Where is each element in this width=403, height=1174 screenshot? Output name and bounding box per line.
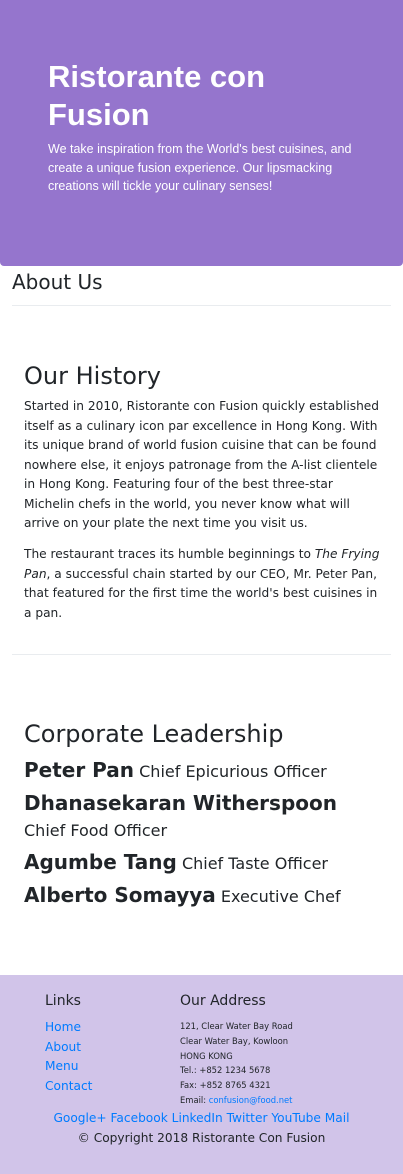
history-paragraph-1: Started in 2010, Ristorante con Fusion q… xyxy=(24,399,380,530)
leader-role: Chief Taste Officer xyxy=(181,854,329,873)
leader-role: Chief Epicurious Officer xyxy=(139,762,327,781)
leader-name: Dhanasekaran Witherspoon xyxy=(24,791,337,815)
divider xyxy=(12,305,391,306)
leader-name: Peter Pan xyxy=(24,758,135,782)
footer-links: Home About Menu Contact xyxy=(45,1018,92,1096)
email-label: Email: xyxy=(180,1094,209,1105)
history-paragraph-2: The restaurant traces its humble beginni… xyxy=(24,545,384,623)
address-block: 121, Clear Water Bay Road Clear Water Ba… xyxy=(180,1019,380,1108)
history-title: Our History xyxy=(24,362,161,390)
history-text: , a successful chain started by our CEO,… xyxy=(24,566,378,620)
copyright: © Copyright 2018 Ristorante Con Fusion xyxy=(77,1131,326,1145)
footer-link-menu[interactable]: Menu xyxy=(45,1057,92,1077)
leader-item: Agumbe Tang Chief Taste Officer xyxy=(24,849,374,877)
leader-name: Agumbe Tang xyxy=(24,850,177,874)
page-title: About Us xyxy=(12,270,103,294)
social-mail[interactable]: Mail xyxy=(325,1111,350,1125)
address-title: Our Address xyxy=(180,993,266,1009)
email-link[interactable]: confusion@food.net xyxy=(209,1095,293,1105)
social-twitter[interactable]: Twitter xyxy=(227,1111,268,1125)
fax-line: Fax: +852 8765 4321 xyxy=(180,1080,271,1091)
social-youtube[interactable]: YouTube xyxy=(271,1111,321,1125)
footer-link-contact[interactable]: Contact xyxy=(45,1077,92,1097)
social-linkedin[interactable]: LinkedIn xyxy=(172,1111,223,1125)
jumbotron-header: Ristorante con Fusion We take inspiratio… xyxy=(0,0,403,266)
leadership-title: Corporate Leadership xyxy=(24,720,284,748)
divider xyxy=(12,654,391,655)
address-line: 121, Clear Water Bay Road xyxy=(180,1021,293,1031)
footer: Links Home About Menu Contact Our Addres… xyxy=(0,975,403,1174)
phone-line: Tel.: +852 1234 5678 xyxy=(180,1065,271,1076)
social-links: Google+ Facebook LinkedIn Twitter YouTub… xyxy=(0,1109,403,1127)
history-text: The restaurant traces its humble beginni… xyxy=(24,547,315,561)
footer-link-about[interactable]: About xyxy=(45,1038,92,1058)
links-title: Links xyxy=(45,993,81,1009)
leader-name: Alberto Somayya xyxy=(24,883,216,907)
leader-item: Peter Pan Chief Epicurious Officer xyxy=(24,757,374,785)
footer-link-home[interactable]: Home xyxy=(45,1018,92,1038)
restaurant-tagline: We take inspiration from the World's bes… xyxy=(48,142,352,193)
leader-role: Executive Chef xyxy=(220,887,341,906)
address-line: Clear Water Bay, Kowloon xyxy=(180,1035,289,1046)
leader-role: Chief Food Officer xyxy=(24,821,168,840)
social-google-plus[interactable]: Google+ xyxy=(53,1111,106,1125)
address-line: HONG KONG xyxy=(180,1050,233,1061)
restaurant-title: Ristorante con Fusion xyxy=(48,59,266,132)
leader-item: Alberto Somayya Executive Chef xyxy=(24,882,374,910)
social-facebook[interactable]: Facebook xyxy=(111,1111,168,1125)
leader-item: Dhanasekaran Witherspoon Chief Food Offi… xyxy=(24,790,374,844)
